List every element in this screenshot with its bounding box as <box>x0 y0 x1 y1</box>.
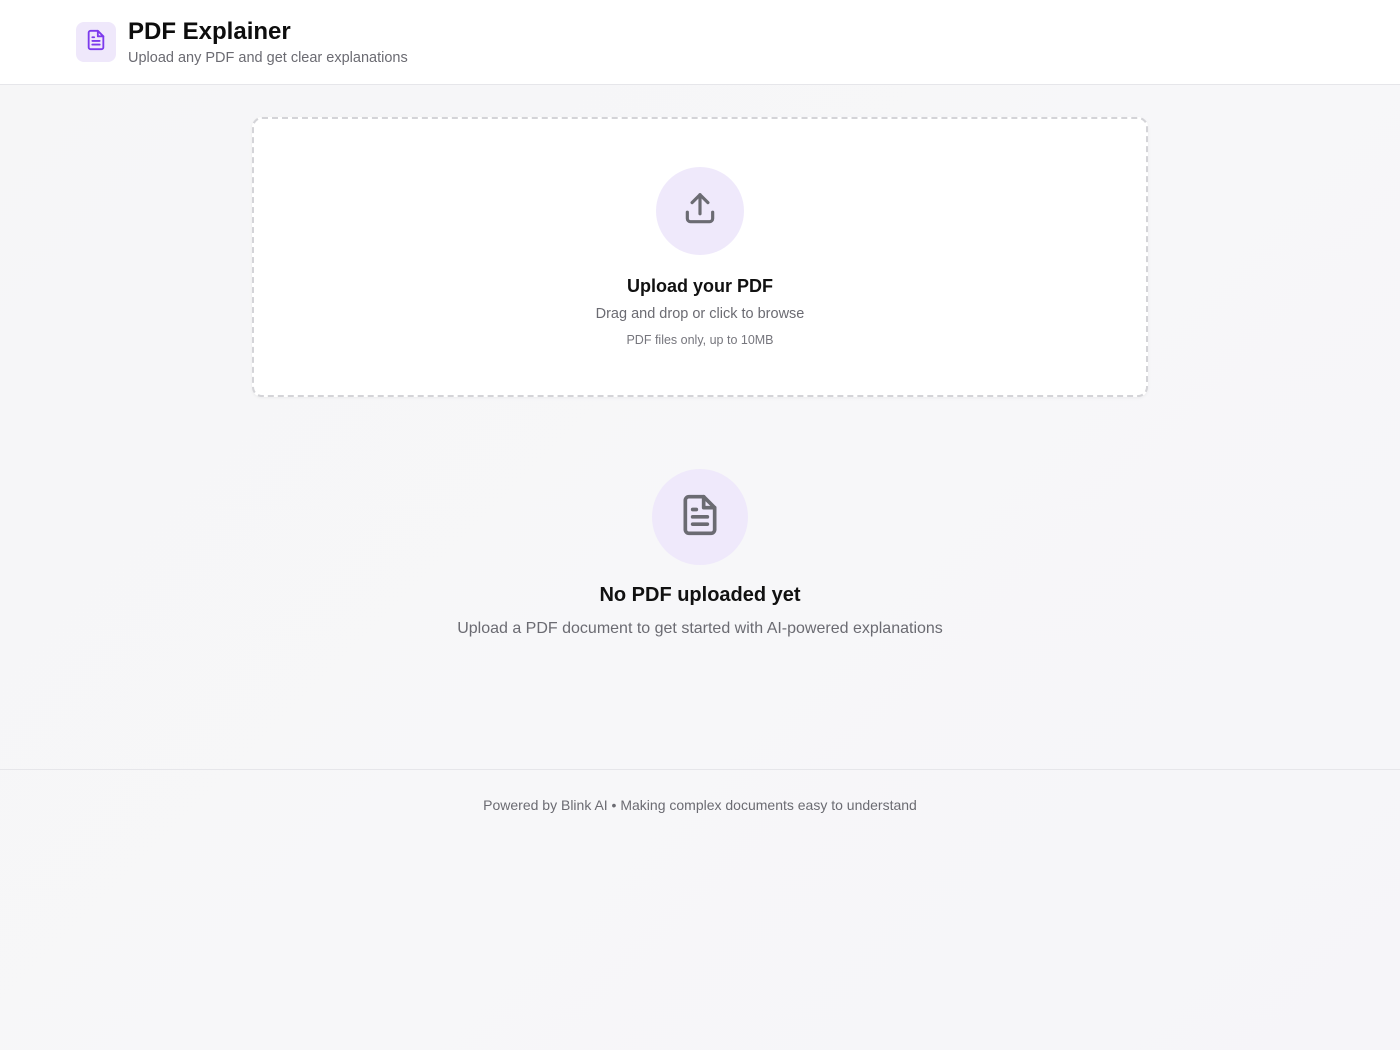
upload-icon-circle <box>656 167 744 255</box>
upload-icon <box>681 190 719 233</box>
file-text-icon <box>85 29 107 56</box>
upload-title: Upload your PDF <box>626 276 773 296</box>
pdf-upload-dropzone[interactable]: Upload your PDF Drag and drop or click t… <box>252 117 1148 397</box>
logo-badge <box>76 22 116 62</box>
app-subtitle: Upload any PDF and get clear explanation… <box>128 50 408 66</box>
empty-state-icon-circle <box>652 469 748 565</box>
app-title: PDF Explainer <box>128 18 291 45</box>
empty-state-title: No PDF uploaded yet <box>599 584 801 606</box>
upload-limit: PDF files only, up to 10MB <box>626 333 774 347</box>
app-footer: Powered by Blink AI • Making complex doc… <box>0 769 1400 841</box>
footer-text: Powered by Blink AI • Making complex doc… <box>483 797 917 813</box>
empty-state-description: Upload a PDF document to get started wit… <box>457 620 943 637</box>
file-text-icon <box>678 493 722 542</box>
upload-hint: Drag and drop or click to browse <box>595 306 805 322</box>
app-header: PDF Explainer Upload any PDF and get cle… <box>0 0 1400 85</box>
